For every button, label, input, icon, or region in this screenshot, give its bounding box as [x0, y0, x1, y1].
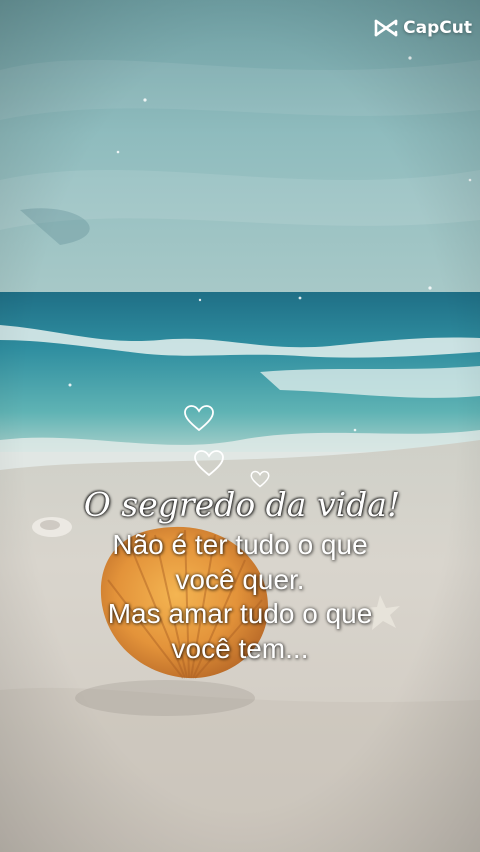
quote-line: Não é ter tudo o que — [112, 529, 368, 560]
capcut-logo-icon — [374, 19, 398, 37]
capcut-watermark: CapCut — [374, 18, 472, 38]
heart-outline-icon — [194, 450, 224, 477]
capcut-logo-text: CapCut — [403, 18, 472, 38]
quote-caption: O segredo da vida! Não é ter tudo o que … — [0, 482, 480, 666]
quote-line: você tem... — [171, 632, 309, 664]
beach-background-image — [0, 0, 480, 852]
quote-title: O segredo da vida! — [83, 485, 401, 524]
video-frame: CapCut O segredo da vida! Não é ter tudo… — [0, 0, 480, 852]
quote-line: Mas amar tudo o que — [107, 598, 373, 629]
heart-outline-icon — [184, 405, 214, 432]
quote-line: você quer. — [175, 563, 305, 595]
